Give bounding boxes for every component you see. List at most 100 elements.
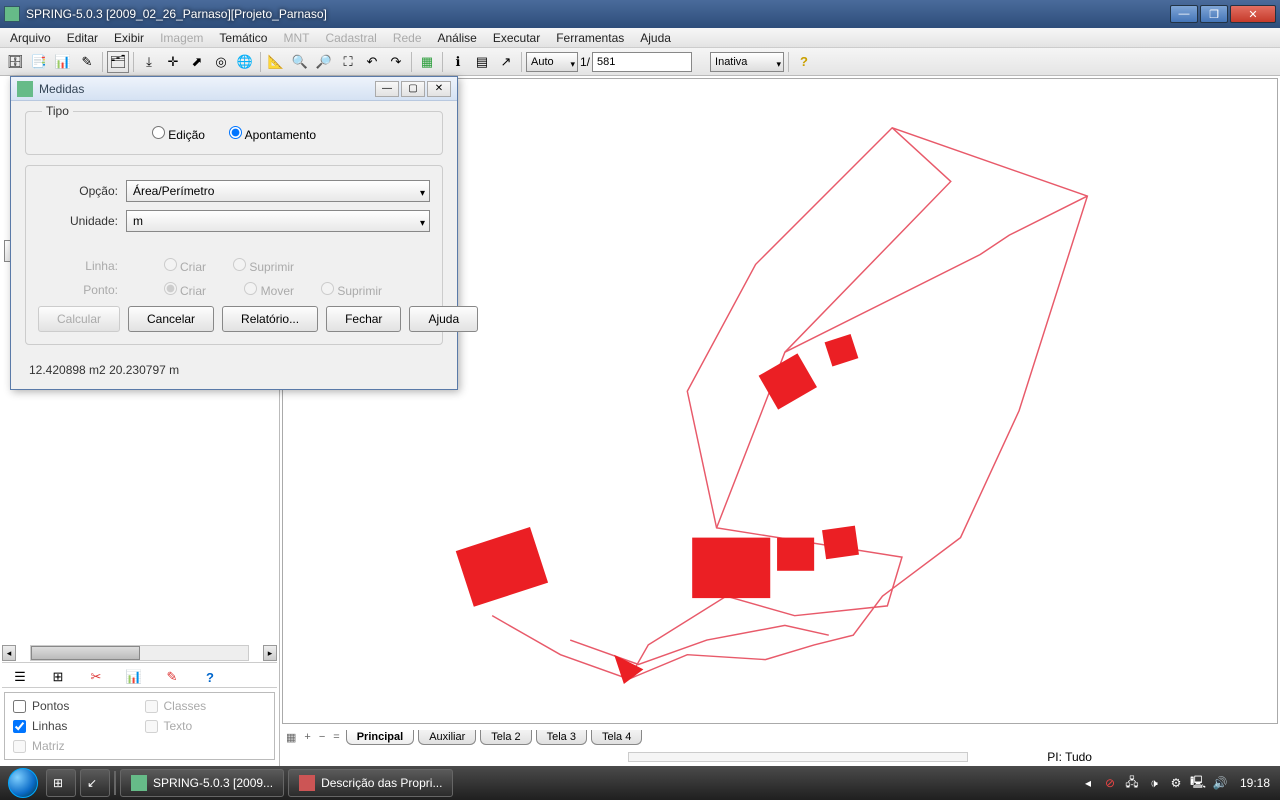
menu-executar[interactable]: Executar xyxy=(485,29,548,47)
menu-arquivo[interactable]: Arquivo xyxy=(2,29,59,47)
edit-icon[interactable]: ✎ xyxy=(76,51,98,73)
menu-análise[interactable]: Análise xyxy=(430,29,485,47)
back-icon[interactable]: ↶ xyxy=(361,51,383,73)
scroll-track[interactable] xyxy=(30,645,249,661)
model-icon[interactable]: 📊 xyxy=(52,51,74,73)
label-ponto: Ponto: xyxy=(38,283,118,297)
select-unidade[interactable]: m xyxy=(126,210,430,232)
clock[interactable]: 19:18 xyxy=(1234,776,1276,790)
ponto-criar: Criar xyxy=(126,282,206,298)
quicklaunch[interactable]: ⊞ xyxy=(46,769,76,797)
tab-tela 3[interactable]: Tela 3 xyxy=(536,730,587,745)
taskbar-app-1[interactable]: SPRING-5.0.3 [2009... xyxy=(120,769,284,797)
close-button[interactable]: ✕ xyxy=(1230,5,1276,23)
scrollbar-bottom[interactable] xyxy=(628,752,968,762)
tab-tela 4[interactable]: Tela 4 xyxy=(591,730,642,745)
scale-input[interactable] xyxy=(592,52,692,72)
grid-icon[interactable]: ▤ xyxy=(471,51,493,73)
ponto-suprimir: Suprimir xyxy=(302,282,382,298)
taskbar-app-2[interactable]: Descrição das Propri... xyxy=(288,769,453,797)
zoomout-icon[interactable]: 🔎 xyxy=(313,51,335,73)
tab-control-icon[interactable]: = xyxy=(331,731,341,743)
check-classes[interactable]: Classes xyxy=(145,699,267,713)
refresh-icon[interactable]: 🌐 xyxy=(234,51,256,73)
style-icon[interactable]: ✂ xyxy=(86,667,106,687)
linha-criar: Criar xyxy=(126,258,206,274)
tray-batt-icon[interactable]: 🖳 xyxy=(1190,775,1206,791)
minimize-button[interactable]: — xyxy=(1170,5,1198,23)
tab-control-icon[interactable]: ▦ xyxy=(284,731,298,744)
dialog-maximize[interactable]: ▢ xyxy=(401,81,425,97)
radio-apontamento[interactable]: Apontamento xyxy=(229,126,316,142)
menu-temático[interactable]: Temático xyxy=(211,29,275,47)
btn-ajuda[interactable]: Ajuda xyxy=(409,306,478,332)
check-linhas[interactable]: Linhas xyxy=(13,719,135,733)
scroll-thumb[interactable] xyxy=(31,646,140,660)
cross-icon[interactable]: ✛ xyxy=(162,51,184,73)
dialog-minimize[interactable]: — xyxy=(375,81,399,97)
list-icon[interactable]: ☰ xyxy=(10,667,30,687)
maximize-button[interactable]: ❐ xyxy=(1200,5,1228,23)
menu-exibir[interactable]: Exibir xyxy=(106,29,152,47)
check-pontos[interactable]: Pontos xyxy=(13,699,135,713)
scroll-right[interactable]: ▸ xyxy=(263,645,277,661)
tray-shield-icon[interactable]: ⊘ xyxy=(1102,775,1118,791)
menu-rede[interactable]: Rede xyxy=(385,29,430,47)
btn-calcular[interactable]: Calcular xyxy=(38,306,120,332)
db-icon[interactable]: 🗄 xyxy=(4,51,26,73)
fit-icon[interactable]: ⛶ xyxy=(337,51,359,73)
tray-vol-icon[interactable]: 🕩 xyxy=(1146,775,1162,791)
table-icon[interactable]: ⊞ xyxy=(48,667,68,687)
zoom-icon[interactable]: ⤓ xyxy=(138,51,160,73)
tab-control-icon[interactable]: − xyxy=(317,731,327,743)
pencil-icon[interactable]: ✎ xyxy=(162,667,182,687)
tab-auxiliar[interactable]: Auxiliar xyxy=(418,730,476,745)
menu-cadastral[interactable]: Cadastral xyxy=(317,29,384,47)
project-icon[interactable]: 📑 xyxy=(28,51,50,73)
menu-mnt[interactable]: MNT xyxy=(275,29,317,47)
check-matriz[interactable]: Matriz xyxy=(13,739,135,753)
menu-editar[interactable]: Editar xyxy=(59,29,106,47)
help2-icon[interactable]: ? xyxy=(200,667,220,687)
measure-result: 12.420898 m2 20.230797 m xyxy=(25,355,443,381)
status-pi: PI: Tudo xyxy=(1047,750,1092,764)
select-opcao[interactable]: Área/Perímetro xyxy=(126,180,430,202)
chart-icon[interactable]: 📊 xyxy=(124,667,144,687)
tray-icon[interactable]: ◂ xyxy=(1080,775,1096,791)
app-icon xyxy=(4,6,20,22)
magnify-icon[interactable]: 🔍 xyxy=(289,51,311,73)
btn-cancelar[interactable]: Cancelar xyxy=(128,306,214,332)
paint-icon[interactable]: ▦ xyxy=(416,51,438,73)
check-texto[interactable]: Texto xyxy=(145,719,267,733)
group-tipo-label: Tipo xyxy=(42,104,73,118)
help-icon[interactable]: ? xyxy=(793,51,815,73)
tray-sound-icon[interactable]: 🔊 xyxy=(1212,775,1228,791)
menu-imagem[interactable]: Imagem xyxy=(152,29,211,47)
dialog-icon xyxy=(17,81,33,97)
btn-relatorio[interactable]: Relatório... xyxy=(222,306,318,332)
target-icon[interactable]: ◎ xyxy=(210,51,232,73)
measure-icon[interactable]: 📐 xyxy=(265,51,287,73)
radio-edicao[interactable]: Edição xyxy=(152,126,205,142)
cursor-icon[interactable]: ↗ xyxy=(495,51,517,73)
layers-icon[interactable]: 🗂 xyxy=(107,51,129,73)
btn-fechar[interactable]: Fechar xyxy=(326,306,401,332)
dialog-close[interactable]: ✕ xyxy=(427,81,451,97)
dialog-medidas: Medidas — ▢ ✕ Tipo Edição Apontamento Op… xyxy=(10,76,458,390)
start-button[interactable] xyxy=(4,766,42,800)
forward-icon[interactable]: ↷ xyxy=(385,51,407,73)
tray-misc-icon[interactable]: ⚙ xyxy=(1168,775,1184,791)
tray-net-icon[interactable]: 🖧 xyxy=(1124,775,1140,791)
arrow-icon[interactable]: ⬈ xyxy=(186,51,208,73)
layer-state-select[interactable]: Inativa xyxy=(710,52,784,72)
info-icon[interactable]: ℹ xyxy=(447,51,469,73)
label-unidade: Unidade: xyxy=(38,214,118,228)
tab-control-icon[interactable]: + xyxy=(302,731,312,743)
menu-ferramentas[interactable]: Ferramentas xyxy=(548,29,632,47)
scale-mode-select[interactable]: Auto xyxy=(526,52,578,72)
tab-tela 2[interactable]: Tela 2 xyxy=(480,730,531,745)
menu-ajuda[interactable]: Ajuda xyxy=(632,29,679,47)
scroll-left[interactable]: ◂ xyxy=(2,645,16,661)
quicklaunch2[interactable]: ↙ xyxy=(80,769,110,797)
tab-principal[interactable]: Principal xyxy=(346,730,414,745)
